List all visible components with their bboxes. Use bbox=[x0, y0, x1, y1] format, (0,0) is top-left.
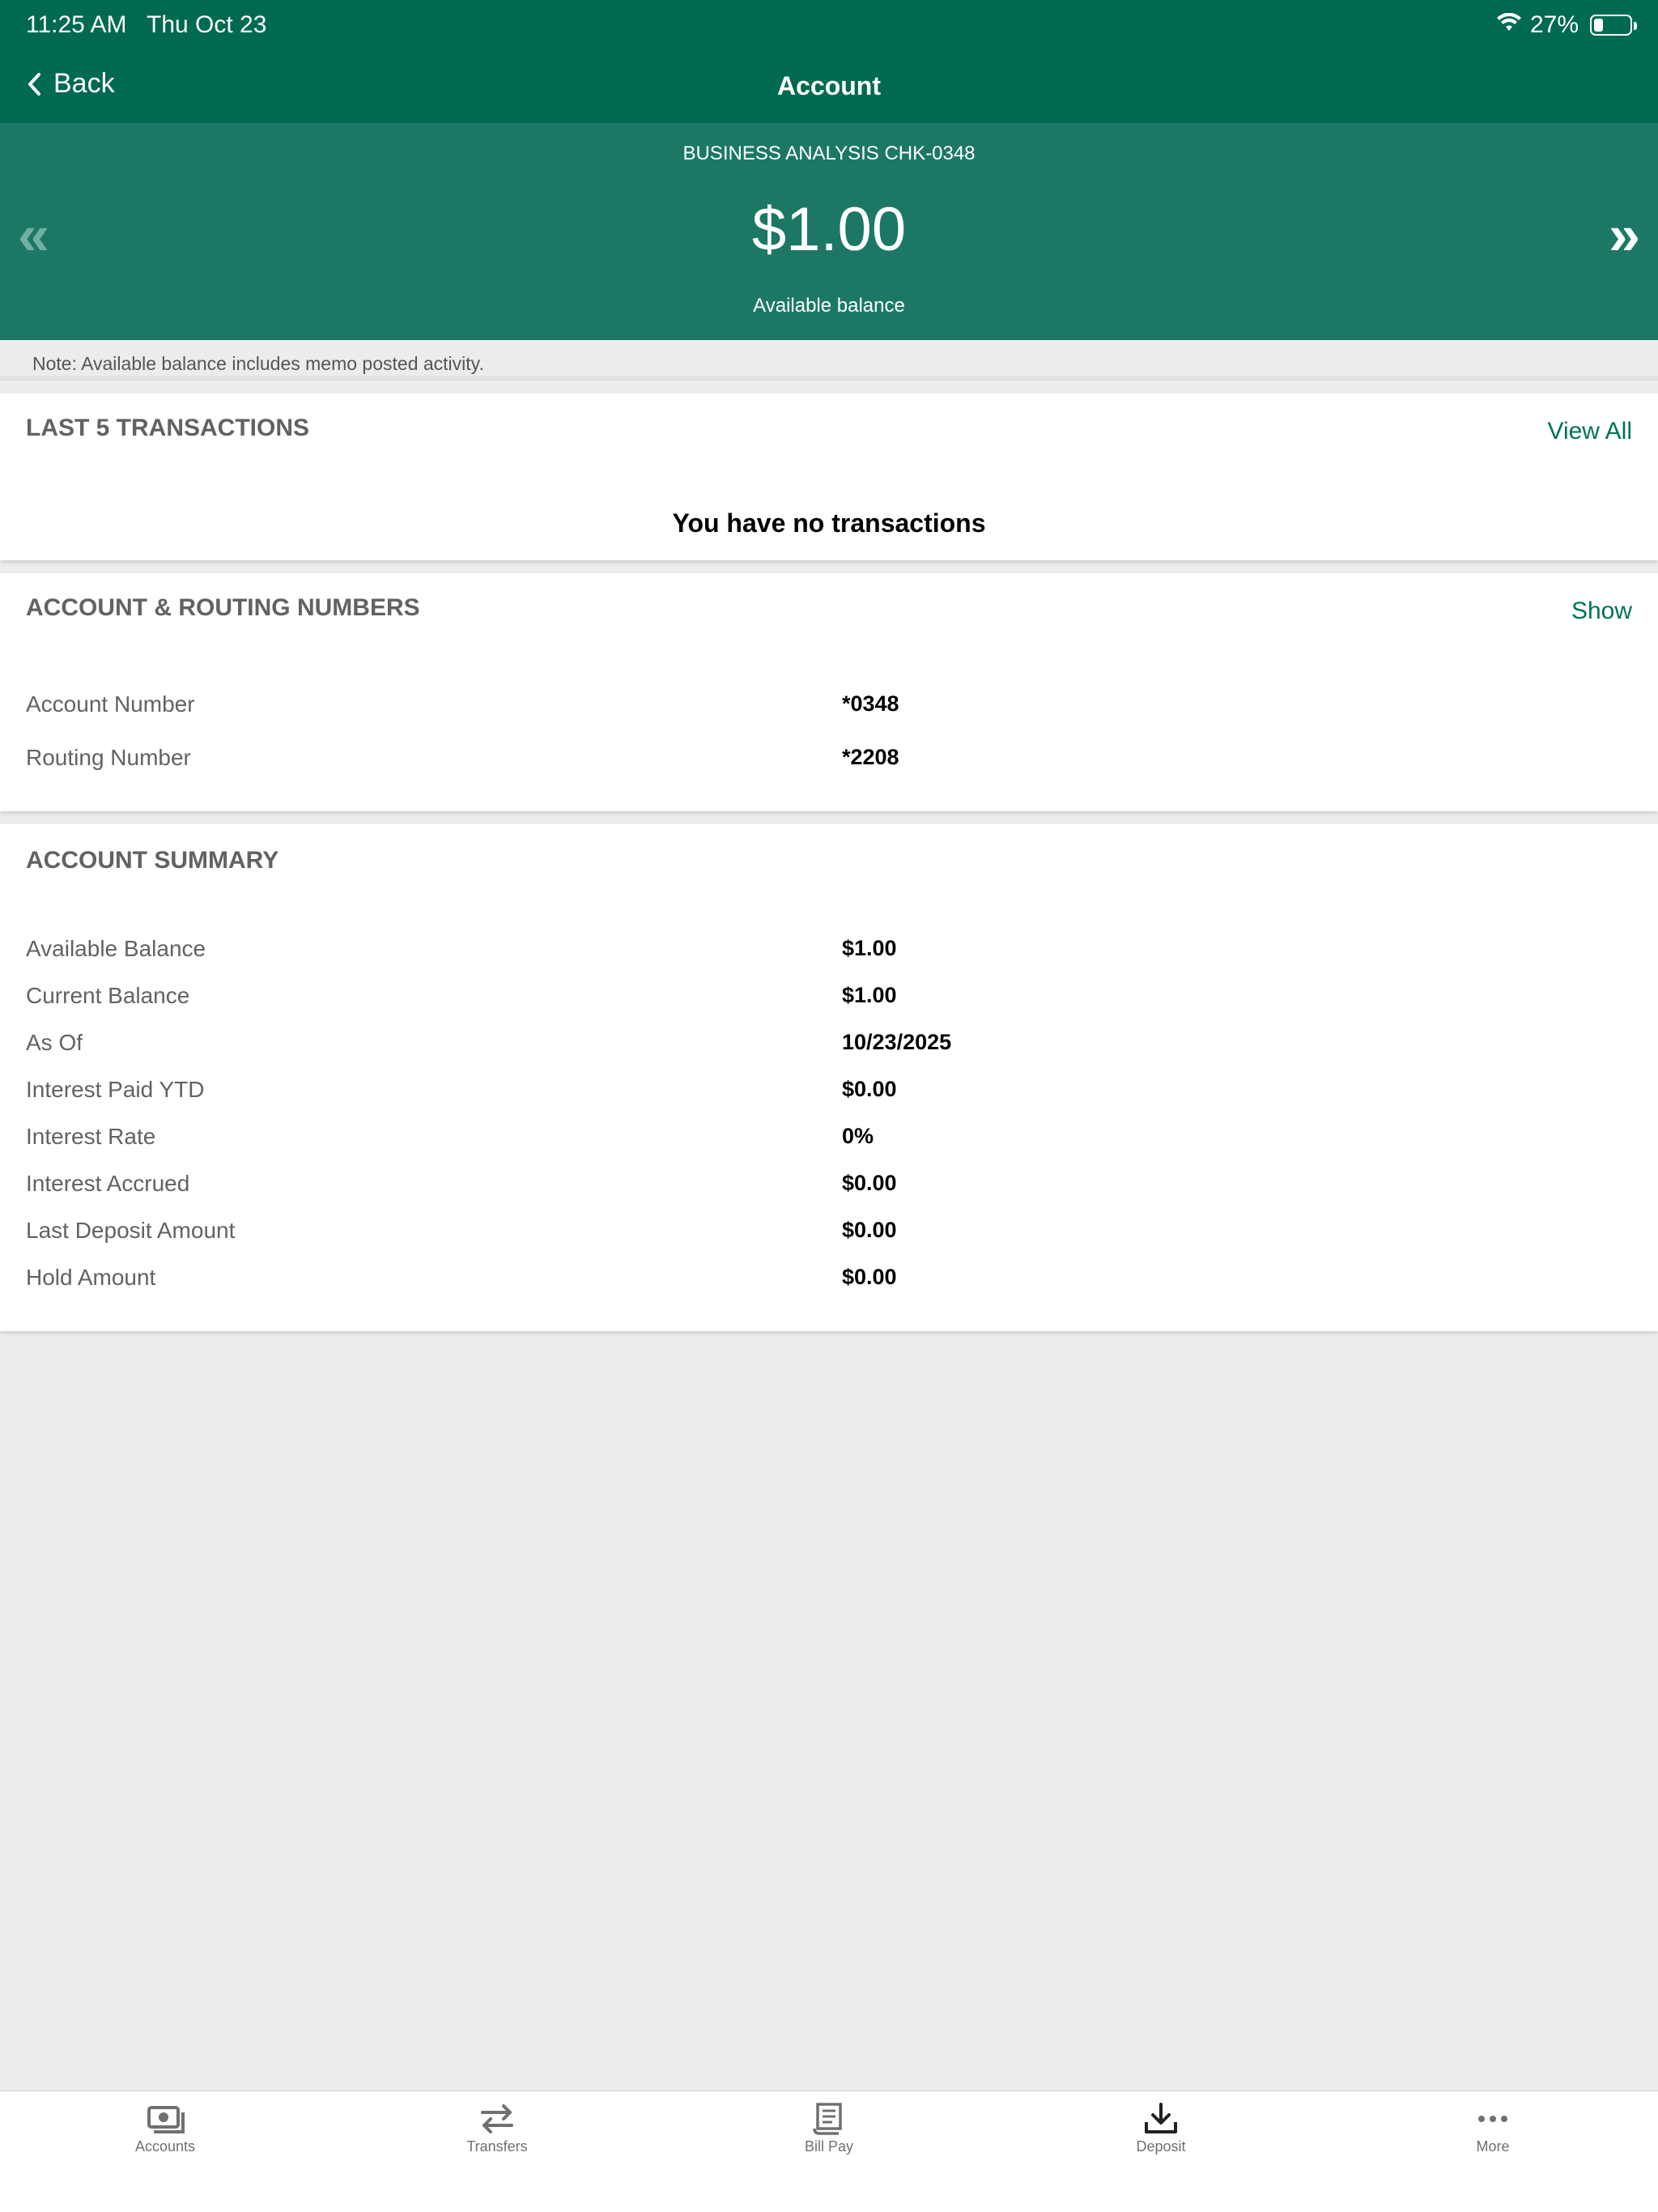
tab-bill-pay[interactable]: Bill Pay bbox=[748, 2103, 910, 2155]
bill-pay-icon bbox=[813, 2103, 842, 2135]
more-icon bbox=[1478, 2116, 1507, 2122]
routing-title: ACCOUNT & ROUTING NUMBERS bbox=[26, 594, 420, 621]
view-all-link[interactable]: View All bbox=[1547, 418, 1632, 445]
tab-label: More bbox=[1476, 2138, 1510, 2155]
row-label: Available Balance bbox=[26, 936, 206, 961]
empty-transactions-message: You have no transactions bbox=[672, 508, 986, 538]
status-indicators: 27% bbox=[1496, 11, 1637, 39]
row-value: $1.00 bbox=[842, 936, 897, 960]
status-time: 11:25 AM Thu Oct 23 bbox=[26, 11, 266, 39]
tab-more[interactable]: More bbox=[1412, 2103, 1574, 2155]
battery-percent: 27% bbox=[1529, 11, 1579, 38]
summary-row: Last Deposit Amount $0.00 bbox=[0, 1218, 1658, 1250]
row-label: Account Number bbox=[26, 691, 195, 717]
row-label: Routing Number bbox=[26, 745, 191, 770]
tab-transfers[interactable]: Transfers bbox=[416, 2103, 578, 2155]
tab-label: Accounts bbox=[134, 2138, 196, 2155]
tab-label: Deposit bbox=[1136, 2138, 1186, 2155]
balance-label: Available balance bbox=[753, 295, 905, 317]
summary-row: Interest Paid YTD $0.00 bbox=[0, 1077, 1658, 1109]
status-date: Thu Oct 23 bbox=[147, 11, 267, 38]
tab-label: Transfers bbox=[466, 2138, 528, 2155]
row-value: 10/23/2025 bbox=[842, 1030, 952, 1054]
battery-icon bbox=[1590, 15, 1637, 36]
row-label: Interest Paid YTD bbox=[26, 1077, 205, 1102]
summary-row: Interest Accrued $0.00 bbox=[0, 1171, 1658, 1203]
accounts-icon bbox=[147, 2106, 185, 2133]
tab-accounts[interactable]: Accounts bbox=[84, 2103, 246, 2155]
summary-row: Hold Amount $0.00 bbox=[0, 1265, 1658, 1297]
summary-title: ACCOUNT SUMMARY bbox=[26, 847, 279, 874]
account-number-row: Account Number *0348 bbox=[0, 691, 1658, 724]
next-account-button[interactable]: » bbox=[1609, 202, 1640, 267]
row-value: $0.00 bbox=[842, 1171, 897, 1195]
tab-bar: Accounts Transfers Bill Pay Deposit More bbox=[0, 2091, 1658, 2212]
transactions-title: LAST 5 TRANSACTIONS bbox=[26, 415, 310, 441]
row-value: $0.00 bbox=[842, 1218, 897, 1242]
row-label: Current Balance bbox=[26, 983, 190, 1008]
summary-card: ACCOUNT SUMMARY Available Balance $1.00 … bbox=[0, 824, 1658, 1331]
status-bar: 11:25 AM Thu Oct 23 27% bbox=[0, 0, 1658, 52]
summary-row: As Of 10/23/2025 bbox=[0, 1030, 1658, 1062]
row-label: Last Deposit Amount bbox=[26, 1218, 236, 1243]
summary-row: Current Balance $1.00 bbox=[0, 983, 1658, 1015]
tab-label: Bill Pay bbox=[804, 2138, 854, 2155]
row-value: $0.00 bbox=[842, 1077, 897, 1101]
routing-number-row: Routing Number *2208 bbox=[0, 745, 1658, 777]
balance-header: « BUSINESS ANALYSIS CHK-0348 $1.00 Avail… bbox=[0, 123, 1658, 340]
account-name: BUSINESS ANALYSIS CHK-0348 bbox=[682, 143, 976, 164]
show-numbers-link[interactable]: Show bbox=[1571, 598, 1632, 625]
row-value: 0% bbox=[842, 1124, 874, 1148]
summary-row: Available Balance $1.00 bbox=[0, 936, 1658, 968]
row-value: *0348 bbox=[842, 691, 899, 716]
row-label: Interest Rate bbox=[26, 1124, 156, 1149]
row-label: Hold Amount bbox=[26, 1265, 156, 1290]
page-title: Account bbox=[777, 71, 881, 100]
row-value: $0.00 bbox=[842, 1265, 897, 1289]
row-label: As Of bbox=[26, 1030, 83, 1055]
row-value: *2208 bbox=[842, 745, 899, 769]
balance-note: Note: Available balance includes memo po… bbox=[0, 340, 1658, 381]
row-label: Interest Accrued bbox=[26, 1171, 190, 1196]
nav-bar: Back Account bbox=[0, 52, 1658, 123]
row-value: $1.00 bbox=[842, 983, 897, 1007]
balance-amount: $1.00 bbox=[751, 195, 907, 264]
summary-row: Interest Rate 0% bbox=[0, 1124, 1658, 1156]
transactions-card: LAST 5 TRANSACTIONS View All You have no… bbox=[0, 393, 1658, 560]
battery-level bbox=[1594, 19, 1603, 32]
status-clock: 11:25 AM bbox=[26, 11, 127, 38]
routing-card: ACCOUNT & ROUTING NUMBERS Show Account N… bbox=[0, 573, 1658, 811]
wifi-icon bbox=[1496, 11, 1522, 39]
tab-deposit[interactable]: Deposit bbox=[1080, 2103, 1242, 2155]
transfers-icon bbox=[481, 2104, 513, 2133]
deposit-icon bbox=[1145, 2103, 1177, 2133]
